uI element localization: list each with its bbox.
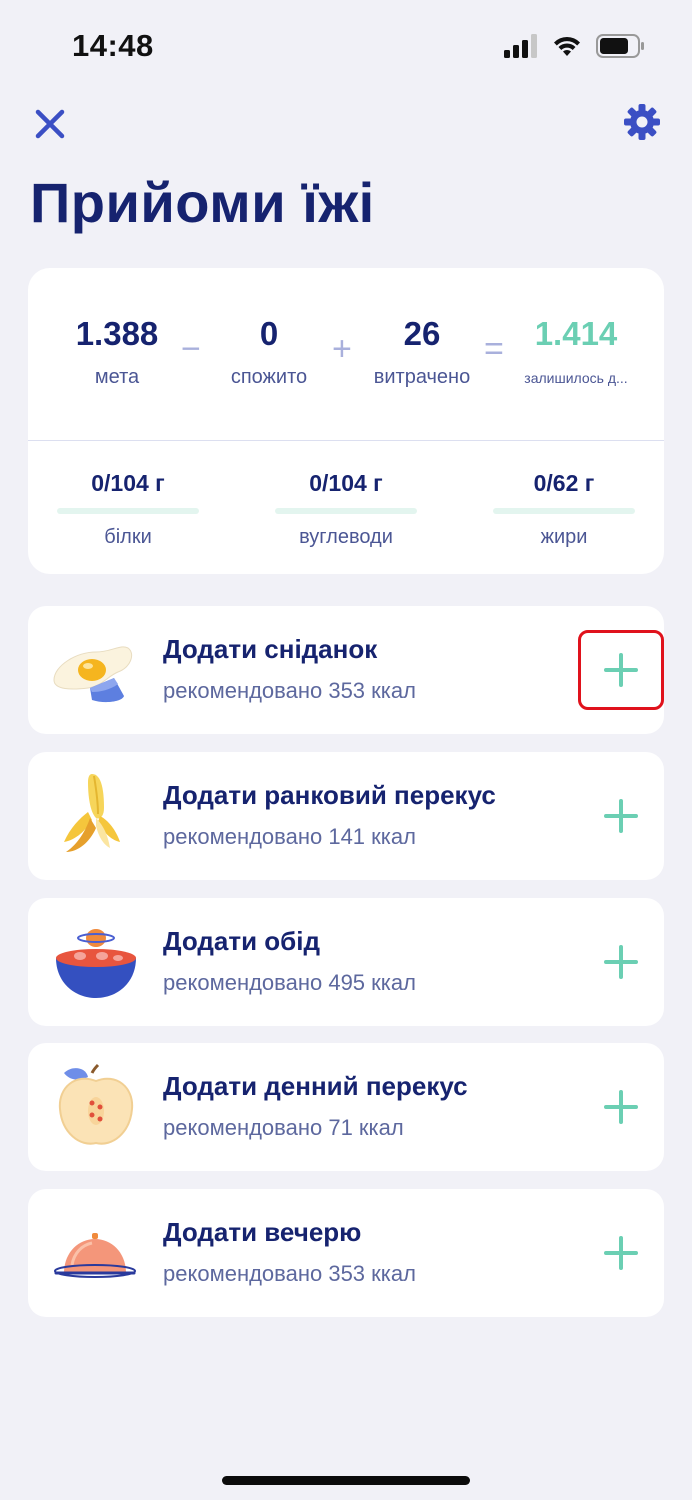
meal-title: Додати обід <box>163 926 320 956</box>
carbs-label: вуглеводи <box>299 526 393 548</box>
signal-icon <box>504 34 537 58</box>
macro-carbs: 0/104 г вуглеводи <box>275 468 417 549</box>
calorie-summary-card: 1.388 мета − 0 спожито + 26 витрачено = … <box>28 268 664 574</box>
goal-value: 1.388 <box>75 315 159 352</box>
status-icons <box>504 32 646 60</box>
fat-label: жири <box>540 526 588 548</box>
meal-title: Додати сніданок <box>163 634 378 664</box>
plus-icon <box>604 1236 638 1270</box>
goal-stat: 1.388 мета <box>58 314 176 389</box>
burned-value: 26 <box>403 315 441 352</box>
egg-icon <box>52 626 138 712</box>
fat-value: 0/62 г <box>533 470 595 496</box>
bowl-icon <box>52 918 138 1004</box>
gear-icon <box>624 104 660 140</box>
fat-progress-bar <box>493 508 635 514</box>
meal-recommended-calories: рекомендовано 353 ккал <box>163 678 416 703</box>
consumed-stat: 0 спожито <box>218 314 320 389</box>
wifi-icon <box>554 36 580 56</box>
meal-card-afternoon-snack[interactable]: Додати денний перекус рекомендовано 71 к… <box>28 1043 664 1171</box>
remaining-value: 1.414 <box>534 315 618 352</box>
meal-card-dinner[interactable]: Додати вечерю рекомендовано 353 ккал <box>28 1189 664 1317</box>
meal-card-lunch[interactable]: Додати обід рекомендовано 495 ккал <box>28 898 664 1026</box>
close-button[interactable] <box>30 104 70 144</box>
settings-button[interactable] <box>622 102 662 142</box>
status-time: 14:48 <box>72 28 154 63</box>
macro-protein: 0/104 г білки <box>57 468 199 549</box>
plus-icon <box>604 799 638 833</box>
macro-fat: 0/62 г жири <box>493 468 635 549</box>
protein-label: білки <box>104 526 152 548</box>
plus-sign: + <box>332 330 352 368</box>
meal-recommended-calories: рекомендовано 71 ккал <box>163 1115 404 1140</box>
add-morning-snack-button[interactable] <box>578 776 664 856</box>
status-bar: 14:48 <box>0 0 692 90</box>
goal-label: мета <box>94 366 140 388</box>
protein-progress-bar <box>57 508 199 514</box>
cloche-icon <box>52 1209 138 1295</box>
apple-icon <box>52 1063 138 1149</box>
divider <box>28 440 664 441</box>
protein-value: 0/104 г <box>91 470 165 496</box>
equals-sign: = <box>484 330 504 368</box>
calorie-equation: 1.388 мета − 0 спожито + 26 витрачено = … <box>28 268 664 440</box>
remaining-label: залишилось д... <box>524 370 628 386</box>
banana-icon <box>52 772 138 858</box>
page-title: Прийоми їжі <box>30 171 375 234</box>
meal-title: Додати ранковий перекус <box>163 780 496 810</box>
remaining-stat: 1.414 залишилось д... <box>516 314 636 386</box>
plus-icon <box>604 653 638 687</box>
burned-label: витрачено <box>373 366 471 388</box>
meal-title: Додати вечерю <box>163 1217 362 1247</box>
burned-stat: 26 витрачено <box>364 314 480 389</box>
minus-sign: − <box>181 330 201 368</box>
add-dinner-button[interactable] <box>578 1213 664 1293</box>
carbs-progress-bar <box>275 508 417 514</box>
meal-title: Додати денний перекус <box>163 1071 468 1101</box>
consumed-label: спожито <box>230 366 308 388</box>
consumed-value: 0 <box>259 315 279 352</box>
close-icon <box>35 109 65 139</box>
battery-icon <box>596 34 644 58</box>
add-breakfast-button[interactable] <box>578 630 664 710</box>
top-bar <box>0 100 692 150</box>
plus-icon <box>604 945 638 979</box>
meal-card-breakfast[interactable]: Додати сніданок рекомендовано 353 ккал <box>28 606 664 734</box>
add-afternoon-snack-button[interactable] <box>578 1067 664 1147</box>
home-indicator[interactable] <box>222 1476 470 1485</box>
meal-card-morning-snack[interactable]: Додати ранковий перекус рекомендовано 14… <box>28 752 664 880</box>
add-lunch-button[interactable] <box>578 922 664 1002</box>
carbs-value: 0/104 г <box>309 470 383 496</box>
meal-recommended-calories: рекомендовано 141 ккал <box>163 824 416 849</box>
meal-recommended-calories: рекомендовано 495 ккал <box>163 970 416 995</box>
meal-recommended-calories: рекомендовано 353 ккал <box>163 1261 416 1286</box>
plus-icon <box>604 1090 638 1124</box>
